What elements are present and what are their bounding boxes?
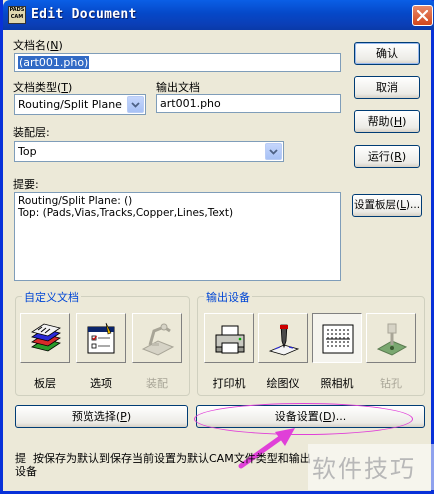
summary-line: Routing/Split Plane: () — [18, 195, 133, 207]
plotter-label: 绘图仪 — [266, 377, 300, 390]
options-label: 选项 — [90, 377, 112, 390]
ok-button[interactable]: 确认 — [354, 42, 420, 65]
printer-icon — [215, 325, 245, 354]
doc-type-select[interactable]: Routing/Split Plane — [14, 94, 146, 115]
status-text: 按保存为默认到保存当前设置为默认CAM文件类型和输出设备 — [15, 452, 311, 478]
doc-type-label: 文档类型(T) — [13, 81, 73, 94]
status-prefix: 提 — [15, 452, 26, 465]
layers-icon — [31, 323, 61, 352]
drill-label: 钻孔 — [380, 377, 402, 390]
options-button[interactable] — [76, 313, 126, 363]
watermark-text: 软件技巧 — [312, 455, 416, 483]
summary-label: 提要: — [13, 178, 39, 191]
doc-name-input[interactable]: (art001.pho) — [14, 53, 341, 72]
layer-select[interactable]: Top — [14, 141, 284, 162]
plotter-button[interactable] — [258, 313, 308, 363]
doc-name-label: 文档名(N) — [13, 39, 63, 52]
doc-name-value: (art001.pho) — [18, 56, 90, 69]
photoplotter-button[interactable] — [312, 313, 362, 363]
drill-button[interactable] — [366, 313, 416, 363]
output-file-label: 输出文档 — [156, 81, 200, 94]
app-icon: PADS CAM — [8, 6, 26, 24]
assembly-icon — [141, 323, 175, 356]
plotter-icon — [268, 324, 300, 356]
preview-selection-button[interactable]: 预览选择(P) — [15, 405, 188, 428]
help-button[interactable]: 帮助(H) — [354, 110, 420, 133]
close-icon — [417, 10, 428, 21]
layer-label: 装配层: — [13, 126, 50, 139]
photoplotter-icon — [322, 324, 354, 354]
chevron-down-icon — [269, 149, 278, 155]
assembly-label: 装配 — [146, 377, 168, 390]
close-button[interactable] — [412, 5, 433, 26]
photoplotter-label: 照相机 — [320, 377, 354, 390]
layers-button[interactable] — [20, 313, 70, 363]
run-button[interactable]: 运行(R) — [354, 145, 420, 168]
drill-icon — [376, 323, 408, 356]
setup-layers-button[interactable]: 设置板层(L)... — [352, 194, 422, 217]
layer-value: Top — [18, 145, 37, 158]
assembly-button[interactable] — [132, 313, 182, 363]
status-hint: 提 按保存为默认到保存当前设置为默认CAM文件类型和输出设备 — [15, 452, 315, 478]
window-title: Edit Document — [31, 7, 137, 22]
cancel-button[interactable]: 取消 — [354, 76, 420, 99]
summary-line: Top: (Pads,Vias,Tracks,Copper,Lines,Text… — [18, 207, 234, 219]
options-icon — [87, 322, 115, 354]
doc-type-value: Routing/Split Plane — [18, 98, 122, 111]
custom-document-group-title: 自定义文档 — [22, 289, 81, 305]
edit-document-window: PADS CAM Edit Document 文档名(N) (art001.ph… — [0, 0, 434, 494]
output-device-group-title: 输出设备 — [204, 289, 252, 305]
printer-label: 打印机 — [212, 377, 246, 390]
doc-type-dropdown-button[interactable] — [127, 96, 144, 113]
output-file-input[interactable]: art001.pho — [156, 94, 341, 113]
layer-dropdown-button[interactable] — [265, 143, 282, 160]
summary-textarea[interactable]: Routing/Split Plane: () Top: (Pads,Vias,… — [14, 192, 341, 281]
watermark: 软件技巧 — [308, 444, 434, 490]
layers-label: 板层 — [34, 377, 56, 390]
printer-button[interactable] — [204, 313, 254, 363]
title-bar[interactable]: PADS CAM Edit Document — [3, 0, 434, 30]
chevron-down-icon — [131, 102, 140, 108]
